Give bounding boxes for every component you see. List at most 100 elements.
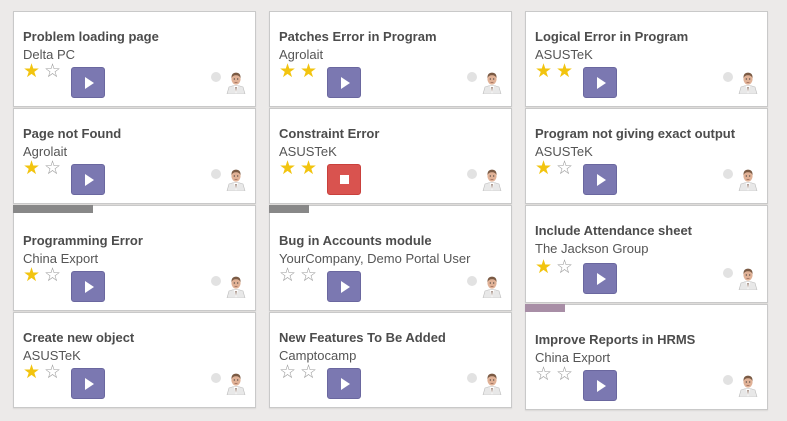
kanban-card[interactable]: Page not Found Agrolait ★ ☆ bbox=[13, 108, 256, 204]
status-dot[interactable] bbox=[467, 169, 477, 179]
kanban-card[interactable]: Program not giving exact output ASUSTeK … bbox=[525, 108, 768, 204]
star-empty-icon[interactable]: ☆ bbox=[279, 266, 300, 285]
priority-stars[interactable]: ☆ ☆ bbox=[279, 266, 321, 285]
star-empty-icon[interactable]: ☆ bbox=[556, 159, 577, 178]
card-title[interactable]: Bug in Accounts module bbox=[279, 233, 511, 249]
star-filled-icon[interactable]: ★ bbox=[556, 62, 577, 81]
start-timer-button[interactable] bbox=[327, 271, 361, 302]
star-empty-icon[interactable]: ☆ bbox=[556, 365, 577, 384]
start-timer-button[interactable] bbox=[71, 368, 105, 399]
priority-stars[interactable]: ★ ★ bbox=[279, 159, 321, 178]
play-icon bbox=[85, 173, 94, 186]
kanban-column: Logical Error in Program ASUSTeK ★ ★ Prog… bbox=[525, 11, 768, 411]
start-timer-button[interactable] bbox=[583, 370, 617, 401]
status-dot[interactable] bbox=[467, 373, 477, 383]
star-filled-icon[interactable]: ★ bbox=[535, 62, 556, 81]
priority-stars[interactable]: ★ ★ bbox=[279, 62, 321, 81]
star-filled-icon[interactable]: ★ bbox=[535, 159, 556, 178]
card-customer: The Jackson Group bbox=[535, 241, 649, 256]
card-title[interactable]: Create new object bbox=[23, 330, 255, 346]
star-empty-icon[interactable]: ☆ bbox=[556, 258, 577, 277]
star-filled-icon[interactable]: ★ bbox=[23, 159, 44, 178]
status-dot[interactable] bbox=[723, 72, 733, 82]
kanban-column: Problem loading page Delta PC ★ ☆ Page no… bbox=[13, 11, 256, 409]
card-title[interactable]: Programming Error bbox=[23, 233, 255, 249]
card-title[interactable]: Include Attendance sheet bbox=[535, 223, 767, 239]
star-empty-icon[interactable]: ☆ bbox=[44, 363, 65, 382]
start-timer-button[interactable] bbox=[71, 164, 105, 195]
star-filled-icon[interactable]: ★ bbox=[300, 159, 321, 178]
card-title[interactable]: New Features To Be Added bbox=[279, 330, 511, 346]
priority-stars[interactable]: ☆ ☆ bbox=[279, 363, 321, 382]
status-dot[interactable] bbox=[211, 169, 221, 179]
card-title[interactable]: Improve Reports in HRMS bbox=[535, 332, 767, 348]
kanban-card[interactable]: Create new object ASUSTeK ★ ☆ bbox=[13, 312, 256, 408]
kanban-card[interactable]: Improve Reports in HRMS China Export ☆ ☆ bbox=[525, 304, 768, 410]
start-timer-button[interactable] bbox=[71, 271, 105, 302]
kanban-card[interactable]: Problem loading page Delta PC ★ ☆ bbox=[13, 11, 256, 107]
play-icon bbox=[597, 272, 606, 285]
play-icon bbox=[85, 280, 94, 293]
star-filled-icon[interactable]: ★ bbox=[23, 363, 44, 382]
star-filled-icon[interactable]: ★ bbox=[300, 62, 321, 81]
card-title[interactable]: Patches Error in Program bbox=[279, 29, 511, 45]
start-timer-button[interactable] bbox=[327, 67, 361, 98]
priority-stars[interactable]: ★ ☆ bbox=[23, 266, 65, 285]
star-empty-icon[interactable]: ☆ bbox=[44, 62, 65, 81]
avatar bbox=[481, 371, 503, 396]
play-icon bbox=[341, 76, 350, 89]
star-filled-icon[interactable]: ★ bbox=[279, 62, 300, 81]
priority-stars[interactable]: ★ ☆ bbox=[535, 258, 577, 277]
priority-stars[interactable]: ★ ☆ bbox=[23, 363, 65, 382]
star-filled-icon[interactable]: ★ bbox=[23, 62, 44, 81]
play-icon bbox=[85, 377, 94, 390]
star-empty-icon[interactable]: ☆ bbox=[535, 365, 556, 384]
kanban-card[interactable]: Include Attendance sheet The Jackson Gro… bbox=[525, 205, 768, 303]
status-dot[interactable] bbox=[723, 169, 733, 179]
card-title[interactable]: Constraint Error bbox=[279, 126, 511, 142]
play-icon bbox=[597, 76, 606, 89]
start-timer-button[interactable] bbox=[583, 164, 617, 195]
kanban-card[interactable]: New Features To Be Added Camptocamp ☆ ☆ bbox=[269, 312, 512, 408]
kanban-card[interactable]: Logical Error in Program ASUSTeK ★ ★ bbox=[525, 11, 768, 107]
star-empty-icon[interactable]: ☆ bbox=[44, 159, 65, 178]
avatar bbox=[737, 266, 759, 291]
priority-stars[interactable]: ☆ ☆ bbox=[535, 365, 577, 384]
stop-timer-button[interactable] bbox=[327, 164, 361, 195]
avatar bbox=[481, 274, 503, 299]
star-empty-icon[interactable]: ☆ bbox=[300, 363, 321, 382]
status-dot[interactable] bbox=[211, 276, 221, 286]
star-empty-icon[interactable]: ☆ bbox=[279, 363, 300, 382]
card-title[interactable]: Problem loading page bbox=[23, 29, 255, 45]
avatar bbox=[225, 167, 247, 192]
priority-stars[interactable]: ★ ☆ bbox=[23, 62, 65, 81]
kanban-card[interactable]: Bug in Accounts module YourCompany, Demo… bbox=[269, 205, 512, 311]
star-empty-icon[interactable]: ☆ bbox=[44, 266, 65, 285]
card-title[interactable]: Program not giving exact output bbox=[535, 126, 767, 142]
status-dot[interactable] bbox=[467, 72, 477, 82]
avatar bbox=[481, 70, 503, 95]
start-timer-button[interactable] bbox=[327, 368, 361, 399]
card-title[interactable]: Page not Found bbox=[23, 126, 255, 142]
status-dot[interactable] bbox=[211, 373, 221, 383]
card-title[interactable]: Logical Error in Program bbox=[535, 29, 767, 45]
star-filled-icon[interactable]: ★ bbox=[23, 266, 44, 285]
start-timer-button[interactable] bbox=[583, 67, 617, 98]
avatar bbox=[225, 371, 247, 396]
priority-stars[interactable]: ★ ☆ bbox=[535, 159, 577, 178]
status-dot[interactable] bbox=[467, 276, 477, 286]
star-empty-icon[interactable]: ☆ bbox=[300, 266, 321, 285]
kanban-card[interactable]: Programming Error China Export ★ ☆ bbox=[13, 205, 256, 311]
priority-stars[interactable]: ★ ☆ bbox=[23, 159, 65, 178]
avatar bbox=[481, 167, 503, 192]
kanban-card[interactable]: Patches Error in Program Agrolait ★ ★ bbox=[269, 11, 512, 107]
kanban-card[interactable]: Constraint Error ASUSTeK ★ ★ bbox=[269, 108, 512, 204]
status-dot[interactable] bbox=[211, 72, 221, 82]
star-filled-icon[interactable]: ★ bbox=[535, 258, 556, 277]
star-filled-icon[interactable]: ★ bbox=[279, 159, 300, 178]
start-timer-button[interactable] bbox=[71, 67, 105, 98]
start-timer-button[interactable] bbox=[583, 263, 617, 294]
priority-stars[interactable]: ★ ★ bbox=[535, 62, 577, 81]
status-dot[interactable] bbox=[723, 268, 733, 278]
status-dot[interactable] bbox=[723, 375, 733, 385]
